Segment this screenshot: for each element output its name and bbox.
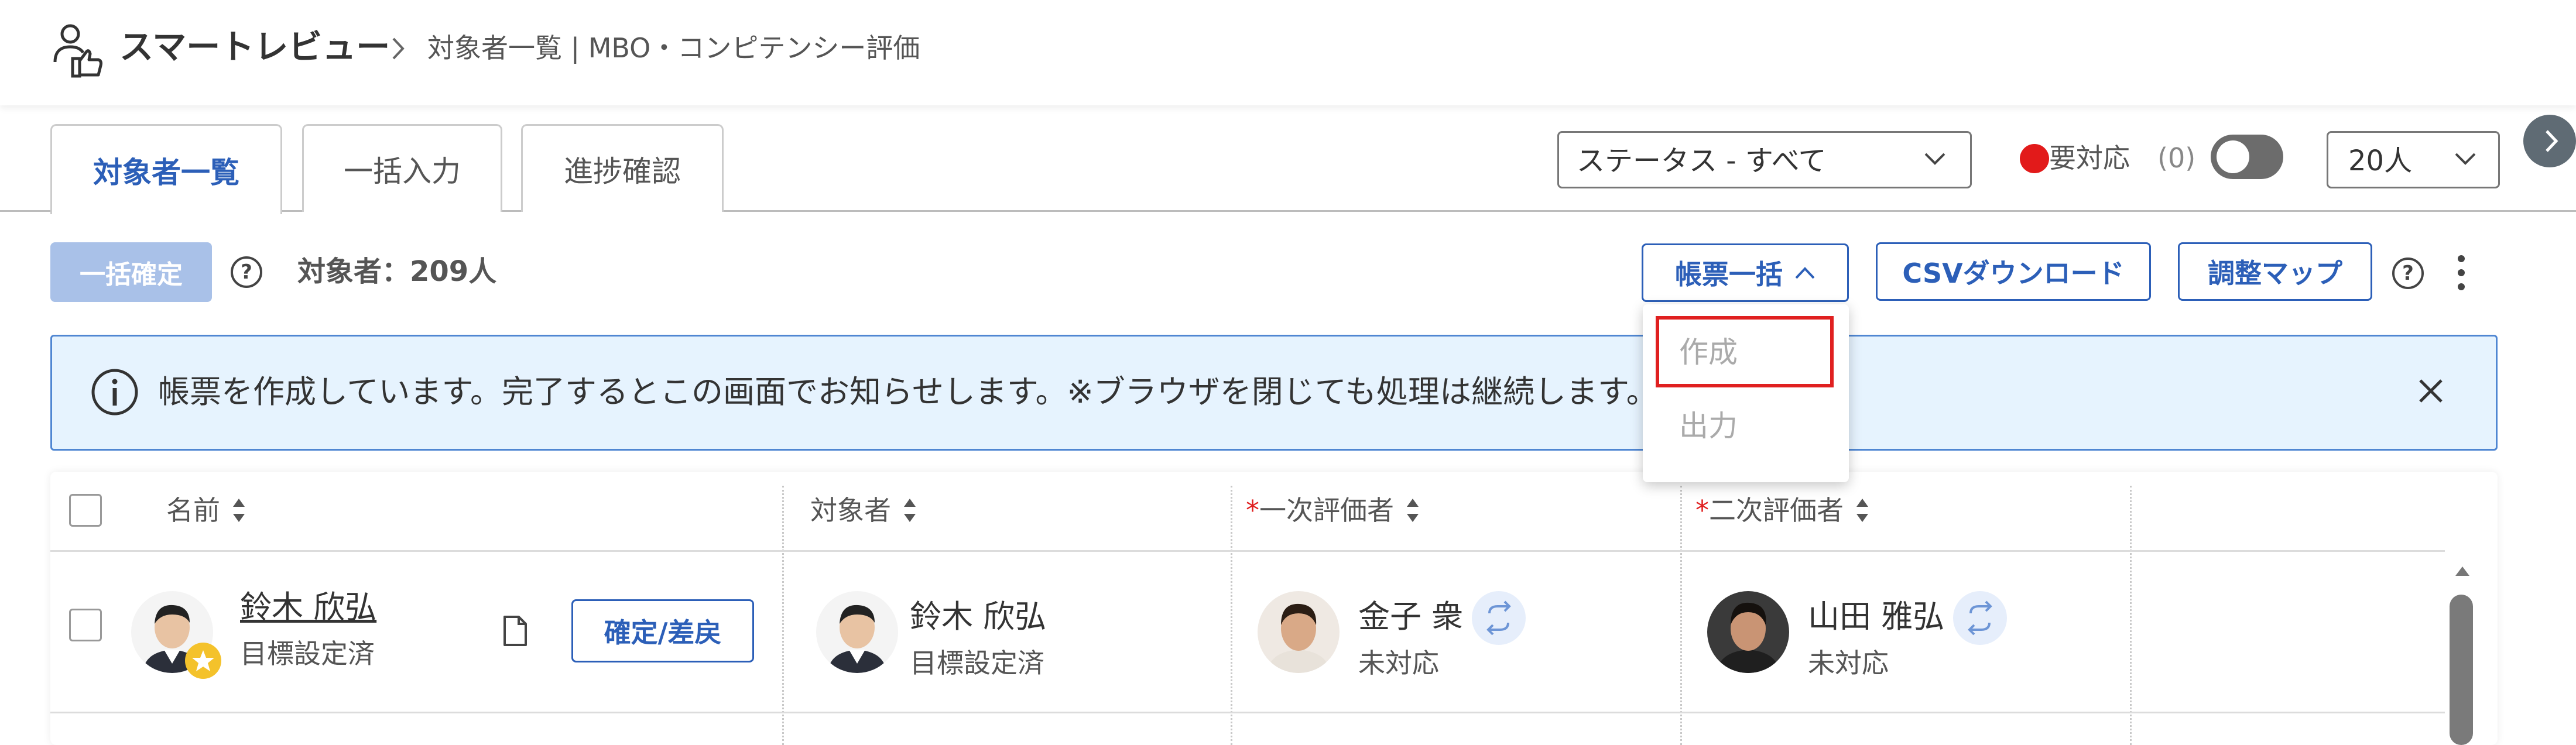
scroll-up-arrow-icon[interactable] (2452, 563, 2473, 578)
chevron-down-icon (2455, 153, 2476, 165)
sort-icon (1407, 499, 1419, 522)
requires-action-dot-icon (2020, 144, 2049, 173)
column-header-label: 一次評価者 (1259, 495, 1394, 526)
app-name: スマートレビュー (119, 27, 390, 67)
sort-icon (1856, 499, 1868, 522)
column-header-label: 名前 (166, 495, 220, 526)
close-icon[interactable] (2414, 375, 2447, 407)
avatar (1707, 591, 1789, 673)
more-vertical-icon[interactable] (2455, 253, 2467, 293)
forms-bulk-label: 帳票一括 (1675, 259, 1783, 290)
tab-target-list[interactable]: 対象者一覧 (50, 124, 282, 214)
second-evaluator-status: 未対応 (1808, 647, 1889, 679)
chevron-right-icon (2546, 130, 2558, 152)
column-header-second-evaluator[interactable]: * 二次評価者 (1695, 488, 1871, 533)
avatar (1258, 591, 1340, 673)
toggle-knob (2217, 140, 2249, 173)
target-name: 鈴木 欣弘 (910, 598, 1047, 635)
help-icon[interactable]: ? (2392, 258, 2424, 289)
tab-progress-check[interactable]: 進捗確認 (521, 124, 724, 212)
requires-action-label: 要対応 (2049, 142, 2130, 174)
column-header-name[interactable]: 名前 (166, 488, 247, 533)
first-evaluator-name: 金子 衆 (1358, 598, 1464, 635)
status-filter-select[interactable]: ステータス - すべて (1557, 131, 1972, 188)
breadcrumb-chevron-icon (392, 37, 405, 60)
column-divider (1680, 486, 1682, 745)
status-filter-value: ステータス - すべて (1577, 145, 1827, 177)
per-page-select[interactable]: 20人 (2327, 131, 2500, 188)
forms-bulk-button[interactable]: 帳票一括 (1642, 243, 1849, 302)
column-header-first-evaluator[interactable]: * 一次評価者 (1246, 488, 1421, 533)
document-icon[interactable] (502, 614, 528, 647)
active-tab-indicator (52, 210, 280, 213)
employee-name-link[interactable]: 鈴木 欣弘 (240, 584, 376, 631)
row-checkbox[interactable] (69, 609, 102, 641)
required-mark: * (1246, 495, 1259, 526)
column-divider (1231, 486, 1232, 745)
swap-evaluator-button[interactable] (1472, 591, 1526, 645)
column-divider (782, 486, 784, 745)
swap-icon (1486, 600, 1511, 636)
menu-item-output[interactable]: 出力 (1679, 403, 1738, 449)
chevron-down-icon (1924, 153, 1945, 165)
table-scrollbar-thumb[interactable] (2450, 595, 2473, 745)
column-header-label: 二次評価者 (1709, 495, 1844, 526)
smart-review-logo-icon (53, 24, 102, 78)
bulk-confirm-button[interactable]: 一括確定 (50, 242, 212, 302)
menu-item-create[interactable]: 作成 (1679, 329, 1738, 376)
csv-download-button[interactable]: CSVダウンロード (1876, 242, 2151, 301)
info-banner-text: 帳票を作成しています。完了するとこの画面でお知らせします。※ブラウザを閉じても処… (158, 373, 1658, 410)
sort-icon (233, 499, 245, 522)
second-evaluator-name: 山田 雅弘 (1808, 598, 1945, 635)
required-mark: * (1695, 495, 1709, 526)
tab-bulk-input[interactable]: 一括入力 (302, 124, 502, 212)
per-page-value: 20人 (2348, 145, 2413, 177)
avatar (816, 591, 898, 673)
confirm-return-button[interactable]: 確定/差戻 (571, 599, 754, 662)
column-header-target[interactable]: 対象者 (810, 488, 918, 533)
column-header-label: 対象者 (810, 495, 891, 526)
table-header-divider (50, 550, 2445, 552)
star-badge-icon (185, 643, 221, 679)
chevron-up-icon (1795, 267, 1815, 279)
breadcrumb[interactable]: 対象者一覧 | MBO・コンピテンシー評価 (427, 25, 920, 71)
target-count: 対象者：209人 (297, 255, 497, 288)
requires-action-count: (0) (2157, 142, 2196, 174)
target-status: 目標設定済 (910, 647, 1044, 679)
first-evaluator-status: 未対応 (1358, 647, 1439, 679)
sort-icon (904, 499, 916, 522)
column-divider (2130, 486, 2132, 745)
employee-status: 目標設定済 (240, 638, 375, 670)
panel-collapse-button[interactable] (2523, 115, 2576, 167)
select-all-checkbox[interactable] (69, 494, 102, 527)
info-icon (91, 369, 138, 416)
help-icon[interactable]: ? (231, 256, 262, 288)
adjust-map-button[interactable]: 調整マップ (2178, 242, 2372, 301)
table-row-divider (50, 712, 2445, 713)
swap-evaluator-button[interactable] (1953, 591, 2007, 645)
swap-icon (1968, 600, 1992, 636)
